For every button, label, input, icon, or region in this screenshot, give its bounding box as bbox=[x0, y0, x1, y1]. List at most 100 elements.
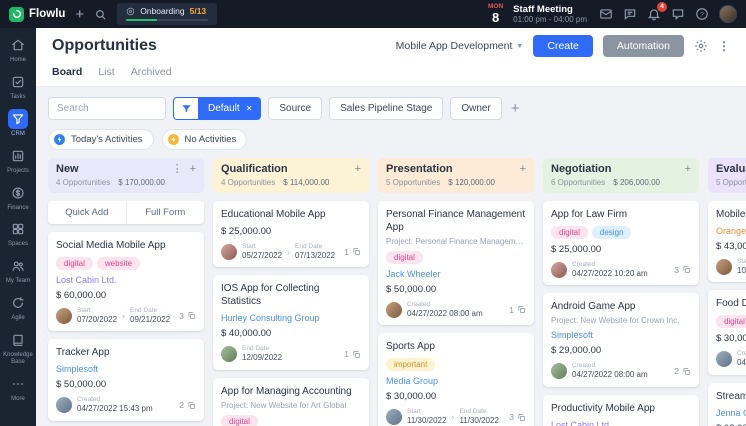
search-icon[interactable] bbox=[94, 8, 107, 21]
sidebar-item-label: Tasks bbox=[10, 94, 25, 101]
column-add-icon[interactable]: + bbox=[685, 164, 691, 175]
card-company-link[interactable]: Hurley Consulting Group bbox=[221, 313, 361, 323]
column-count: 4 Opportunities bbox=[56, 178, 110, 187]
notifications-bell-icon[interactable]: 4 bbox=[647, 7, 661, 21]
card-company-link[interactable]: Lost Cabin Ltd. bbox=[551, 420, 691, 426]
opportunity-card-educational-mobile-app[interactable]: Educational Mobile App$ 25,000.00Start05… bbox=[213, 201, 369, 267]
column-add-icon[interactable]: + bbox=[520, 164, 526, 175]
sidebar-item-projects[interactable]: Projects bbox=[0, 142, 36, 179]
onboarding-label: Onboarding bbox=[140, 6, 184, 16]
settings-gear-icon[interactable] bbox=[694, 39, 708, 53]
help-icon[interactable]: ? bbox=[695, 7, 709, 21]
comments-count[interactable]: 2 bbox=[674, 366, 691, 376]
chat-icon[interactable] bbox=[623, 7, 637, 21]
tab-archived[interactable]: Archived bbox=[131, 66, 172, 78]
card-company-link[interactable]: Simplesoft bbox=[551, 330, 691, 340]
column-add-icon[interactable]: + bbox=[355, 164, 361, 175]
comments-count[interactable]: 1 bbox=[509, 305, 526, 315]
quick-add-button[interactable]: Quick Add bbox=[48, 201, 127, 224]
create-button[interactable]: Create bbox=[533, 35, 593, 57]
comment-icon[interactable] bbox=[671, 7, 685, 21]
opportunity-card-streaming-app[interactable]: Streaming AppJenna Grove$ 08,000.00 bbox=[708, 383, 746, 426]
filter-button-source[interactable]: Source bbox=[268, 97, 322, 120]
flowlu-home-link[interactable]: Flowlu bbox=[9, 7, 65, 22]
pipeline-selector[interactable]: Mobile App Development ▼ bbox=[396, 40, 524, 52]
upcoming-event[interactable]: Staff Meeting 01:00 pm - 04:00 pm bbox=[513, 4, 587, 25]
card-company-link[interactable]: Media Group bbox=[386, 376, 526, 386]
card-title: Android Game App bbox=[551, 300, 691, 313]
column-menu-icon[interactable]: ⋮ bbox=[172, 164, 183, 175]
automation-button[interactable]: Automation bbox=[603, 35, 684, 57]
global-add-icon[interactable]: + bbox=[75, 7, 84, 22]
add-filter-icon[interactable]: + bbox=[511, 101, 520, 116]
tab-board[interactable]: Board bbox=[52, 66, 82, 78]
opportunity-card-mobile-app[interactable]: Mobile AppOrange Tales$ 43,000.00Start10… bbox=[708, 201, 746, 282]
copy-icon bbox=[517, 413, 526, 422]
card-company-link[interactable]: Simplesoft bbox=[56, 364, 196, 374]
opportunity-card-app-for-managing-accounting[interactable]: App for Managing AccountingProject: New … bbox=[213, 378, 369, 426]
opportunity-card-app-for-law-firm[interactable]: App for Law Firmdigitaldesign$ 25,000.00… bbox=[543, 201, 699, 285]
quick-filter-today-s-activities[interactable]: Today's Activities bbox=[48, 129, 154, 150]
quick-filter-chips: Today's Activities No Activities bbox=[36, 120, 746, 155]
mail-icon[interactable] bbox=[599, 7, 613, 21]
opportunity-card-food-delivery[interactable]: Food Deliverydigital$ 30,000.00Created04… bbox=[708, 290, 746, 374]
search-input[interactable] bbox=[48, 97, 166, 120]
card-company-link[interactable]: Jack Wheeler bbox=[386, 269, 526, 279]
date-label: Created bbox=[77, 396, 153, 404]
sidebar-item-knowledge-base[interactable]: Knowledge Base bbox=[0, 326, 36, 370]
opportunity-card-sports-app[interactable]: Sports AppimportantMedia Group$ 30,000.0… bbox=[378, 333, 534, 426]
comments-count[interactable]: 2 bbox=[179, 400, 196, 410]
tab-list[interactable]: List bbox=[98, 66, 114, 78]
sidebar-item-my-team[interactable]: My Team bbox=[0, 252, 36, 289]
card-company-link[interactable]: Jenna Grove bbox=[716, 408, 746, 418]
date-label: End Date bbox=[295, 243, 335, 251]
comments-count[interactable]: 1 bbox=[344, 247, 361, 257]
comments-count[interactable]: 1 bbox=[344, 349, 361, 359]
sidebar-item-more[interactable]: More bbox=[0, 370, 36, 407]
sidebar-item-finance[interactable]: Finance bbox=[0, 179, 36, 216]
date-label: End Date bbox=[242, 345, 282, 353]
start-date: 10/01/2022 bbox=[737, 266, 746, 276]
owner-avatar bbox=[551, 262, 567, 278]
calendar-date[interactable]: Mon 8 bbox=[488, 4, 503, 25]
opportunity-card-productivity-mobile-app[interactable]: Productivity Mobile AppLost Cabin Ltd.$ … bbox=[543, 395, 699, 426]
tasks-icon bbox=[8, 72, 28, 92]
quick-filter-no-activities[interactable]: No Activities bbox=[162, 129, 248, 150]
date-value: 12/09/2022 bbox=[242, 353, 282, 363]
date-label: Created bbox=[572, 362, 648, 370]
column-header: Qualification + 4 Opportunities $ 114,00… bbox=[213, 158, 369, 193]
column-count: 5 Opportunities bbox=[716, 178, 746, 187]
onboarding-progress[interactable]: Onboarding 5/13 bbox=[117, 3, 217, 25]
user-avatar[interactable] bbox=[719, 5, 737, 23]
kanban-board: New ⋮+ 4 Opportunities $ 170,000.00 Quic… bbox=[36, 155, 746, 426]
close-icon[interactable]: ✕ bbox=[246, 104, 253, 113]
sidebar-item-crm[interactable]: CRM bbox=[0, 105, 36, 142]
filter-funnel-icon[interactable] bbox=[173, 97, 199, 120]
agile-icon bbox=[8, 293, 28, 313]
filter-button-owner[interactable]: Owner bbox=[450, 97, 501, 120]
sidebar-item-agile[interactable]: Agile bbox=[0, 289, 36, 326]
comments-count[interactable]: 3 bbox=[179, 311, 196, 321]
activity-status-icon bbox=[167, 133, 180, 146]
comments-count[interactable]: 3 bbox=[509, 412, 526, 422]
card-company-link[interactable]: Orange Tales bbox=[716, 226, 746, 236]
end-date: 09/21/2022 bbox=[130, 315, 170, 325]
opportunity-card-ios-app-for-collecting-statistics[interactable]: IOS App for Collecting StatisticsHurley … bbox=[213, 275, 369, 369]
sidebar-item-home[interactable]: Home bbox=[0, 31, 36, 68]
sidebar-item-tasks[interactable]: Tasks bbox=[0, 68, 36, 105]
opportunity-card-personal-finance-management-app[interactable]: Personal Finance Management AppProject: … bbox=[378, 201, 534, 325]
card-amount: $ 43,000.00 bbox=[716, 241, 746, 252]
card-company-link[interactable]: Lost Cabin Ltd. bbox=[56, 275, 196, 285]
opportunity-card-android-game-app[interactable]: Android Game AppProject: New Website for… bbox=[543, 293, 699, 386]
column-add-icon[interactable]: + bbox=[190, 164, 196, 175]
sidebar-item-spaces[interactable]: Spaces bbox=[0, 215, 36, 252]
more-options-icon[interactable]: ⋮ bbox=[718, 39, 730, 53]
full-form-button[interactable]: Full Form bbox=[127, 201, 205, 224]
kanban-column-presentation: Presentation + 5 Opportunities $ 120,000… bbox=[378, 158, 534, 426]
column-name: Presentation bbox=[386, 163, 453, 175]
default-filter-chip[interactable]: Default ✕ bbox=[199, 97, 261, 120]
comments-count[interactable]: 3 bbox=[674, 265, 691, 275]
filter-button-sales-pipeline-stage[interactable]: Sales Pipeline Stage bbox=[329, 97, 443, 120]
opportunity-card-social-media-mobile-app[interactable]: Social Media Mobile AppdigitalwebsiteLos… bbox=[48, 232, 204, 331]
opportunity-card-tracker-app[interactable]: Tracker AppSimplesoft$ 50,000.00Created0… bbox=[48, 339, 204, 420]
